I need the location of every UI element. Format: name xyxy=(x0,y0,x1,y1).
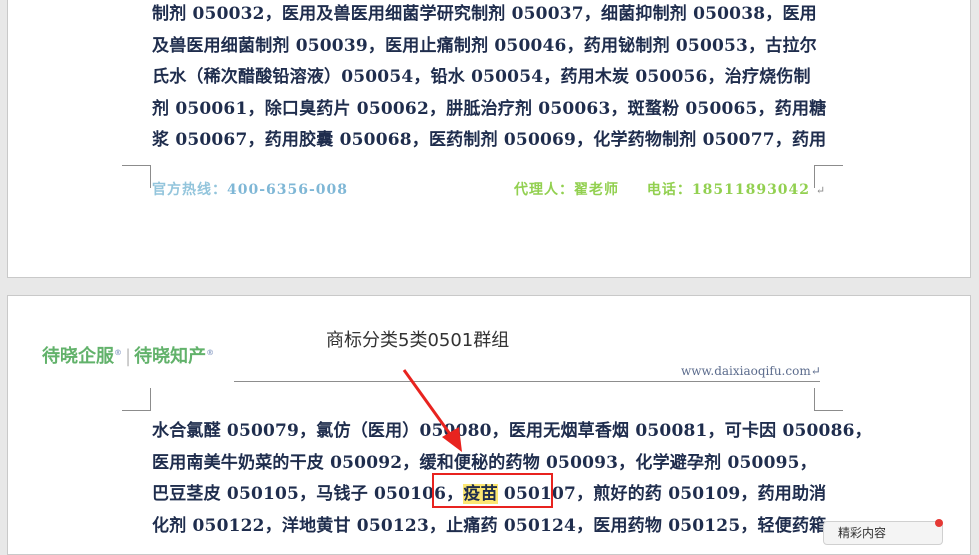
notification-dot xyxy=(935,519,943,527)
annotation-box xyxy=(432,473,553,508)
widget-label: 精彩内容 xyxy=(838,526,887,540)
related-content-widget[interactable]: 精彩内容 xyxy=(823,521,943,545)
annotation-arrow xyxy=(402,369,462,452)
